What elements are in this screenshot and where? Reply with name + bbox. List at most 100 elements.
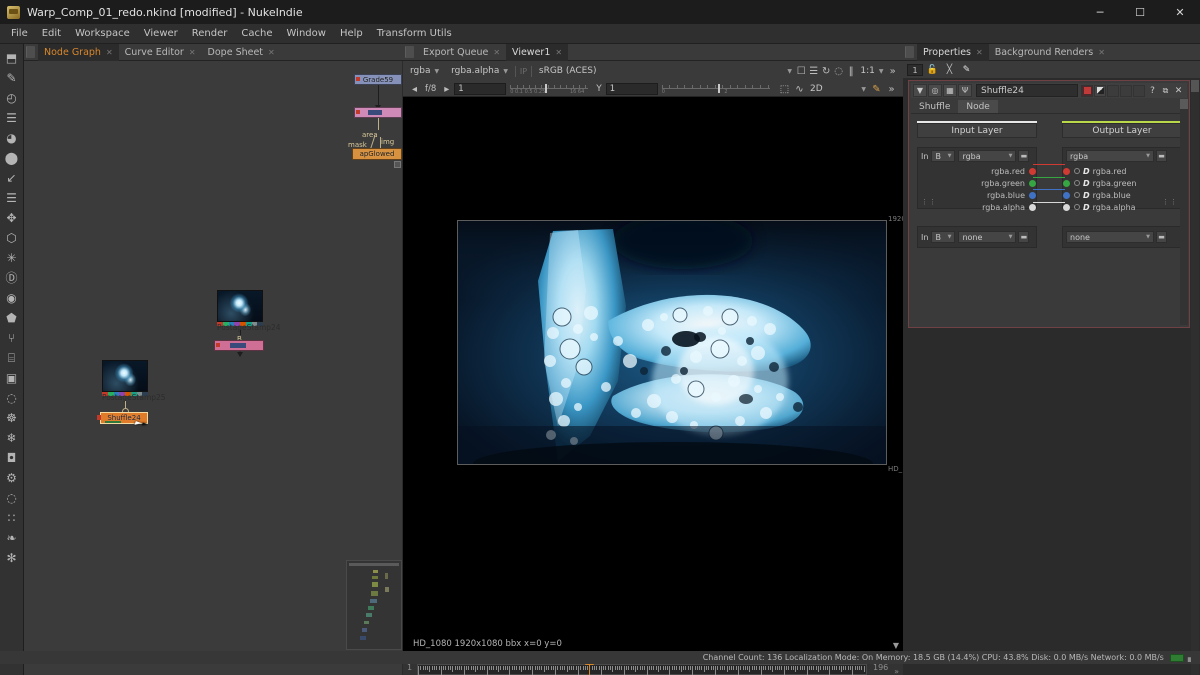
channel-row-rgba.red[interactable]: Drgba.red	[1063, 165, 1181, 177]
unlock-icon[interactable]: 🔓	[925, 63, 940, 77]
gamma-slider[interactable]: 0 2	[661, 83, 770, 95]
close-all-icon[interactable]: ╳	[942, 63, 957, 77]
panel-grip[interactable]	[905, 46, 914, 58]
node-graph-minimap[interactable]	[346, 560, 402, 650]
node-toolbar-time[interactable]: ◴	[2, 88, 22, 108]
channel-default-icon[interactable]: D	[1083, 179, 1090, 188]
menu-file[interactable]: File	[4, 24, 35, 44]
input-pipe-selector-2[interactable]: B ▼	[931, 231, 956, 243]
viewer-icon[interactable]: ▦	[943, 84, 957, 97]
channel-list-icon[interactable]: ☰	[807, 64, 819, 78]
curve-icon[interactable]: ∿	[792, 82, 807, 96]
panel-grip[interactable]	[26, 46, 35, 58]
channel-enable-checkbox[interactable]	[1074, 168, 1080, 174]
node-toolbar-deep[interactable]: Ⓓ	[2, 268, 22, 288]
node-corner-handle[interactable]	[394, 161, 401, 168]
channel-in-dot[interactable]	[1029, 191, 1036, 199]
tab-shuffle[interactable]: Shuffle	[911, 100, 958, 113]
node-toolbar-other[interactable]: ⑂	[2, 328, 22, 348]
refresh-icon[interactable]: ↻	[820, 64, 832, 78]
node-gradient-swatch[interactable]	[1094, 84, 1106, 97]
node-toolbar-particles[interactable]: ✳	[2, 248, 22, 268]
node-toolbar-toolsets[interactable]: ⌸	[2, 348, 22, 368]
expand-timeline-icon[interactable]: »	[894, 667, 899, 675]
node-toolbar-transform[interactable]: ✥	[2, 208, 22, 228]
channel-in-dot[interactable]	[1029, 203, 1036, 211]
menu-help[interactable]: Help	[333, 24, 370, 44]
menu-edit[interactable]: Edit	[35, 24, 68, 44]
node-toolbar-filter[interactable]: ⬤	[2, 148, 22, 168]
channel-out-dot[interactable]	[1063, 203, 1070, 211]
tab-node-graph[interactable]: Node Graph ✕	[38, 44, 119, 61]
output-channel-menu-button[interactable]: ▬	[1156, 150, 1167, 162]
node-toolbar-plugins-i[interactable]: ❧	[2, 528, 22, 548]
channel-default-icon[interactable]: D	[1083, 191, 1090, 200]
input-channel-menu-button-2[interactable]: ▬	[1018, 231, 1030, 243]
menu-workspace[interactable]: Workspace	[68, 24, 137, 44]
output-layer-button[interactable]: Output Layer	[1062, 123, 1182, 138]
edit-icon[interactable]: ✎	[959, 63, 974, 77]
node-apglowed[interactable]: apGlowed	[352, 148, 402, 160]
proxy-icon[interactable]: ◌	[832, 64, 844, 78]
node-toolbar-color[interactable]: ◕	[2, 128, 22, 148]
node-postagestamp25[interactable]: PostageStamp25	[102, 360, 166, 402]
menu-window[interactable]: Window	[280, 24, 333, 44]
channel-enable-checkbox[interactable]	[1074, 180, 1080, 186]
close-icon[interactable]: ✕	[555, 48, 562, 57]
node-grade59[interactable]: Grade59	[354, 74, 402, 85]
tab-export-queue[interactable]: Export Queue ✕	[417, 44, 506, 61]
input-channel-selector-2[interactable]: none ▼	[958, 231, 1017, 243]
input-pipe-selector[interactable]: B ▼	[931, 150, 956, 162]
tab-node[interactable]: Node	[958, 100, 998, 113]
channel-default-icon[interactable]: D	[1083, 203, 1090, 212]
node-toolbar-plugins-b[interactable]: ◌	[2, 388, 22, 408]
properties-panel-scrollbar[interactable]	[1191, 80, 1199, 675]
tab-properties[interactable]: Properties ✕	[917, 44, 989, 61]
zoom-selector[interactable]: 1:1 ▼	[857, 65, 886, 78]
viewer-image-area[interactable]: 1920 HD_	[403, 97, 903, 637]
node-toolbar-draw[interactable]: ✎	[2, 68, 22, 88]
node-toolbar-plugins-g[interactable]: ◌	[2, 488, 22, 508]
close-icon[interactable]: ✕	[1098, 48, 1105, 57]
panel-grip[interactable]	[405, 46, 414, 58]
minimize-button[interactable]: ─	[1080, 0, 1120, 24]
input-channel-menu-button[interactable]: ▬	[1018, 150, 1030, 162]
minimap-viewport[interactable]	[349, 563, 399, 566]
menu-cache[interactable]: Cache	[234, 24, 279, 44]
undo-icon[interactable]	[1107, 84, 1119, 97]
node-toolbar-plugins-c[interactable]: ☸	[2, 408, 22, 428]
node-color-swatch[interactable]	[1081, 84, 1093, 97]
gain-reset-left-icon[interactable]: ◂	[407, 82, 422, 96]
gain-reset-right-icon[interactable]: ▸	[439, 82, 454, 96]
drag-handle-icon[interactable]: ⋮⋮	[921, 198, 937, 206]
close-icon[interactable]: ✕	[976, 48, 983, 57]
scrollbar-thumb[interactable]	[1180, 99, 1188, 109]
node-toolbar-plugins-f[interactable]: ⚙	[2, 468, 22, 488]
pause-icon[interactable]: ‖	[845, 64, 857, 78]
colorspace-selector[interactable]: sRGB (ACES) ▼	[536, 65, 795, 78]
channel-default-icon[interactable]: D	[1083, 167, 1090, 176]
channel-row-rgba.green[interactable]: Drgba.green	[1063, 177, 1181, 189]
properties-count-field[interactable]: 1	[907, 63, 923, 76]
channel-in-dot[interactable]	[1029, 167, 1036, 175]
output-channel-selector-2[interactable]: none ▼	[1066, 231, 1154, 243]
tab-dope-sheet[interactable]: Dope Sheet ✕	[202, 44, 281, 61]
close-icon[interactable]: ✕	[189, 48, 196, 57]
layer-selector[interactable]: rgba.alpha ▼	[448, 65, 511, 78]
revert-icon[interactable]	[1133, 84, 1145, 97]
node-toolbar-plugins-a[interactable]: ▣	[2, 368, 22, 388]
channel-out-dot[interactable]	[1063, 167, 1070, 175]
channel-out-dot[interactable]	[1063, 179, 1070, 187]
gain-slider[interactable]: 0 0.1 0.5 0.25 16 64	[510, 83, 589, 95]
node-toolbar-metadata[interactable]: ⬟	[2, 308, 22, 328]
expand-toolbar-icon[interactable]: »	[886, 64, 898, 78]
close-icon[interactable]: ✕	[268, 48, 275, 57]
gamma-value-field[interactable]: 1	[605, 83, 658, 95]
node-postagestamp24[interactable]: PostageStamp24	[217, 290, 281, 332]
close-icon[interactable]: ✕	[1172, 86, 1185, 96]
output-channel-selector[interactable]: rgba ▼	[1066, 150, 1154, 162]
input-channel-selector[interactable]: rgba ▼	[958, 150, 1017, 162]
node-toolbar-keyer[interactable]: ↙	[2, 168, 22, 188]
node-toolbar-plugins-j[interactable]: ✻	[2, 548, 22, 568]
close-icon[interactable]: ✕	[493, 48, 500, 57]
